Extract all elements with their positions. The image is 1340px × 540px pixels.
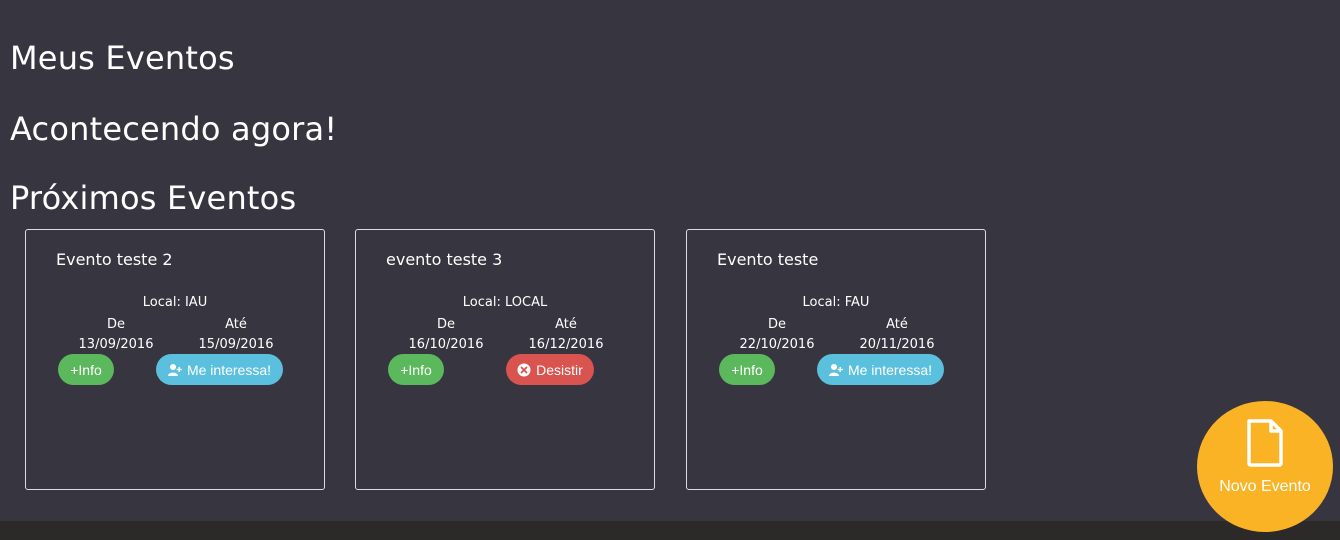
start-label: De: [106, 317, 125, 332]
event-start: De 22/10/2016: [717, 315, 837, 355]
info-button-label: +Info: [400, 361, 432, 378]
end-date: 15/09/2016: [198, 337, 274, 352]
event-title: evento teste 3: [386, 250, 503, 269]
start-date: 16/10/2016: [408, 337, 484, 352]
event-end: Até 20/11/2016: [837, 315, 957, 355]
times-circle-icon: [517, 363, 531, 377]
event-local: Local: IAU: [142, 295, 208, 310]
info-button[interactable]: +Info: [719, 354, 775, 385]
document-icon: [1245, 419, 1285, 467]
event-card: Evento teste Local: FAU De 22/10/2016 At…: [686, 229, 986, 490]
heading-proximos-eventos: Próximos Eventos: [10, 179, 297, 217]
interest-button-label: Me interessa!: [186, 361, 272, 378]
start-label: De: [436, 317, 455, 332]
interest-button[interactable]: Me interessa!: [156, 354, 283, 385]
event-title: Evento teste: [717, 250, 819, 269]
withdraw-button[interactable]: Desistir: [506, 354, 594, 385]
withdraw-button-label: Desistir: [536, 361, 583, 378]
event-start: De 13/09/2016: [56, 315, 176, 355]
start-label: De: [767, 317, 786, 332]
info-button[interactable]: +Info: [58, 354, 114, 385]
event-title: Evento teste 2: [56, 250, 173, 269]
page: Meus Eventos Acontecendo agora! Próximos…: [0, 0, 1340, 540]
user-plus-icon: [167, 363, 182, 377]
interest-button[interactable]: Me interessa!: [817, 354, 944, 385]
heading-acontecendo-agora: Acontecendo agora!: [10, 110, 338, 148]
event-local: Local: FAU: [802, 295, 870, 310]
end-label: Até: [225, 317, 247, 332]
info-button[interactable]: +Info: [388, 354, 444, 385]
end-date: 20/11/2016: [859, 337, 935, 352]
new-event-label: Novo Evento: [1219, 478, 1311, 495]
end-date: 16/12/2016: [528, 337, 604, 352]
event-end: Até 15/09/2016: [176, 315, 296, 355]
interest-button-label: Me interessa!: [847, 361, 933, 378]
start-date: 22/10/2016: [739, 337, 815, 352]
footer-band: [0, 521, 1340, 540]
event-card: Evento teste 2 Local: IAU De 13/09/2016 …: [25, 229, 325, 490]
heading-meus-eventos: Meus Eventos: [10, 39, 235, 77]
event-start: De 16/10/2016: [386, 315, 506, 355]
info-button-label: +Info: [731, 361, 763, 378]
info-button-label: +Info: [70, 361, 102, 378]
end-label: Até: [886, 317, 908, 332]
start-date: 13/09/2016: [78, 337, 154, 352]
new-event-button[interactable]: Novo Evento: [1197, 401, 1333, 532]
event-end: Até 16/12/2016: [506, 315, 626, 355]
event-local: Local: LOCAL: [462, 295, 548, 310]
end-label: Até: [555, 317, 577, 332]
user-plus-icon: [828, 363, 843, 377]
event-card: evento teste 3 Local: LOCAL De 16/10/201…: [355, 229, 655, 490]
